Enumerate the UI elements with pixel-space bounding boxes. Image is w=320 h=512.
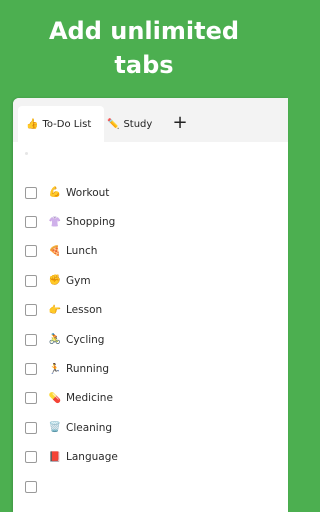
- item-label[interactable]: Lunch: [66, 245, 97, 257]
- pencil-icon: ✏️: [107, 118, 120, 130]
- list-item-empty: [25, 472, 288, 501]
- item-label[interactable]: Shopping: [66, 216, 115, 228]
- checkbox[interactable]: [25, 392, 37, 405]
- checkbox[interactable]: [25, 245, 37, 258]
- item-label[interactable]: Cycling: [66, 334, 104, 346]
- divider-dot: [25, 152, 28, 155]
- item-label[interactable]: Medicine: [66, 392, 113, 404]
- list-item: 👚 Shopping: [25, 207, 288, 236]
- list-item: 🚴 Cycling: [25, 325, 288, 354]
- checkbox[interactable]: [25, 304, 37, 317]
- list-item: 💪 Workout: [25, 178, 288, 207]
- todo-list: 💪 Workout 👚 Shopping 🍕 Lunch ✊ Gym 👉 Les…: [25, 178, 288, 501]
- promo-line-1: Add unlimited: [48, 17, 240, 45]
- promo-heading: Add unlimited tabs: [0, 14, 288, 82]
- checkbox[interactable]: [25, 480, 37, 493]
- list-item: 🏃 Running: [25, 354, 288, 383]
- checkbox[interactable]: [25, 216, 37, 229]
- item-label[interactable]: Cleaning: [66, 422, 112, 434]
- checkbox[interactable]: [25, 186, 37, 199]
- flexed-biceps-icon: 💪: [48, 187, 62, 199]
- list-item: ✊ Gym: [25, 266, 288, 295]
- thumbs-up-icon: 👍: [26, 118, 39, 130]
- tab-todo-list[interactable]: 👍 To-Do List: [18, 106, 104, 142]
- tab-label: Study: [123, 118, 153, 130]
- list-item: 🗑️ Cleaning: [25, 413, 288, 442]
- item-label[interactable]: Language: [66, 451, 118, 463]
- item-label[interactable]: Running: [66, 363, 109, 375]
- checkbox[interactable]: [25, 333, 37, 346]
- checkbox[interactable]: [25, 421, 37, 434]
- tab-bar: 👍 To-Do List ✏️ Study +: [13, 98, 288, 142]
- list-item: 🍕 Lunch: [25, 237, 288, 266]
- checkbox[interactable]: [25, 363, 37, 376]
- item-label[interactable]: Gym: [66, 275, 91, 287]
- add-tab-button[interactable]: +: [169, 111, 191, 133]
- list-item: 💊 Medicine: [25, 384, 288, 413]
- book-icon: 📕: [48, 451, 62, 463]
- pill-icon: 💊: [48, 392, 62, 404]
- runner-icon: 🏃: [48, 363, 62, 375]
- wastebasket-icon: 🗑️: [48, 422, 62, 434]
- promo-line-2: tabs: [114, 51, 174, 79]
- pointing-hand-icon: 👉: [48, 304, 62, 316]
- tab-label: To-Do List: [42, 118, 92, 130]
- cyclist-icon: 🚴: [48, 334, 62, 346]
- fist-icon: ✊: [48, 275, 62, 287]
- checkbox[interactable]: [25, 451, 37, 464]
- app-screen: 👍 To-Do List ✏️ Study + 💪 Workout 👚 Shop…: [13, 98, 288, 512]
- shirt-icon: 👚: [48, 216, 62, 228]
- pizza-icon: 🍕: [48, 245, 62, 257]
- item-label[interactable]: Lesson: [66, 304, 102, 316]
- tab-study[interactable]: ✏️ Study: [107, 106, 152, 142]
- item-label[interactable]: Workout: [66, 187, 109, 199]
- checkbox[interactable]: [25, 274, 37, 287]
- list-item: 👉 Lesson: [25, 296, 288, 325]
- list-item: 📕 Language: [25, 443, 288, 472]
